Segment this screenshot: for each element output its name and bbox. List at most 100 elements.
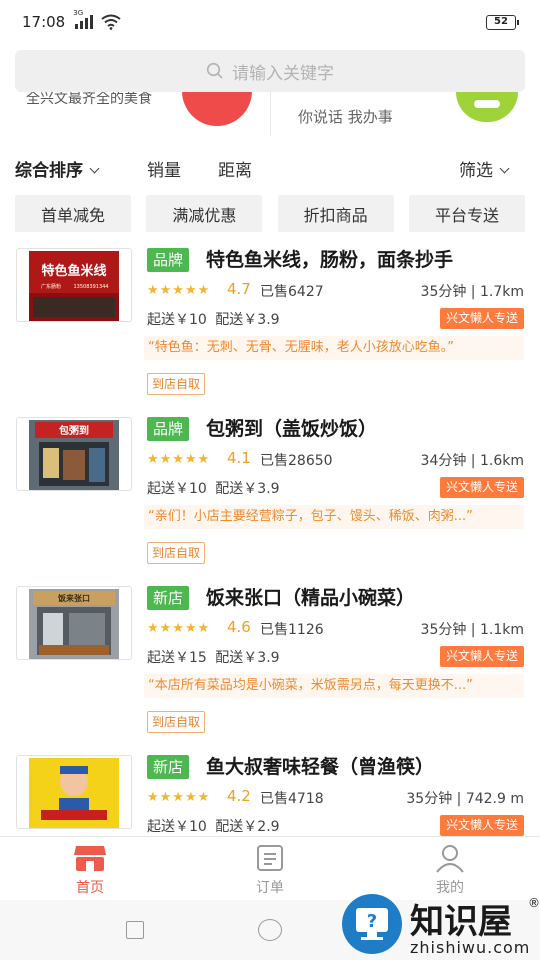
tab-label: 订单	[256, 880, 284, 896]
recent-apps-button[interactable]	[126, 921, 144, 939]
star-rating-icon: ★★★★★	[147, 790, 211, 805]
search-icon	[206, 62, 223, 79]
new-store-tag: 新店	[147, 586, 190, 610]
store-notice: “亲们！小店主要经营粽子，包子、馒头、稀饭、肉粥...”	[144, 505, 524, 529]
sort-distance[interactable]: 距离	[218, 156, 252, 181]
chip-first-order[interactable]: 首单减免	[15, 195, 131, 232]
delivery-fee: 配送￥2.9	[215, 819, 280, 835]
chevron-down-icon	[499, 163, 510, 174]
min-order: 起送￥10	[147, 481, 207, 497]
store-notice: “特色鱼：无刺、无骨、无腥味，老人小孩放心吃鱼。”	[144, 336, 524, 360]
rating-value: 4.1	[227, 449, 251, 467]
signal-icon: 3G	[73, 9, 94, 29]
fees: 起送￥10 配送￥3.9	[147, 478, 280, 498]
home-button[interactable]	[258, 919, 282, 941]
sold-count: 已售6427	[260, 284, 324, 300]
svg-text:?: ?	[367, 911, 377, 932]
status-bar: 17:08 3G 52	[0, 0, 540, 44]
bottom-tab-bar: 首页 订单 我的	[0, 836, 540, 900]
store-thumbnail: 特色鱼米线 广东肠粉 13508391344	[16, 248, 132, 322]
delivery-fee: 配送￥3.9	[215, 312, 280, 328]
delivery-eta: 35分钟 | 742.9 m	[406, 791, 524, 807]
filter-button[interactable]: 筛选	[459, 156, 510, 181]
rating-value: 4.7	[227, 280, 251, 298]
network-type: 3G	[73, 9, 84, 17]
store-name: 包粥到（盖饭炒饭）	[206, 418, 378, 440]
store-name: 鱼大叔奢味轻餐（曾渔筷）	[206, 756, 435, 778]
tab-home[interactable]: 首页	[40, 843, 140, 897]
min-order: 起送￥15	[147, 650, 207, 666]
sort-sales[interactable]: 销量	[147, 156, 181, 181]
delivery-eta: 35分钟 | 1.7km	[420, 284, 524, 300]
chip-platform-delivery[interactable]: 平台专送	[408, 195, 525, 232]
min-order: 起送￥10	[147, 819, 207, 835]
tab-profile[interactable]: 我的	[400, 843, 500, 897]
battery-icon: 52	[486, 15, 519, 30]
store-sign-text: 包粥到	[59, 424, 89, 437]
sold-count: 已售4718	[260, 791, 324, 807]
fees: 起送￥10 配送￥2.9	[147, 816, 280, 836]
store-sign-sub: 广东肠粉	[41, 283, 61, 290]
watermark-title: 知识屋	[410, 902, 512, 942]
fees: 起送￥15 配送￥3.9	[147, 647, 280, 667]
chevron-down-icon	[89, 163, 100, 174]
tab-label: 首页	[76, 880, 104, 896]
store-sign-phone: 13508391344	[74, 284, 109, 290]
home-store-icon	[74, 846, 106, 871]
order-list-icon	[257, 845, 283, 871]
watermark-sub: zhishiwu.com	[410, 938, 531, 957]
store-name: 饭来张口（精品小碗菜）	[206, 587, 416, 609]
store-card[interactable]: 包粥到 品牌 包粥到（盖饭炒饭） ★★★★★ 4.1 已售28650 34分钟 …	[0, 409, 540, 577]
banner-green-icon	[456, 92, 518, 122]
banner-right-text: 你说话 我办事	[298, 108, 393, 126]
new-store-tag: 新店	[147, 755, 190, 779]
category-banner[interactable]: 全兴文最齐全的美食 你说话 我办事	[0, 92, 540, 140]
delivery-badge: 兴文懒人专送	[439, 815, 524, 836]
store-name: 特色鱼米线，肠粉，面条抄手	[206, 249, 454, 271]
banner-red-icon	[182, 92, 252, 126]
profile-icon	[436, 845, 464, 873]
question-monitor-icon: ?	[342, 894, 402, 954]
star-rating-icon: ★★★★★	[147, 452, 211, 467]
delivery-eta: 34分钟 | 1.6km	[420, 453, 524, 469]
filter-chips: 首单减免 满减优惠 折扣商品 平台专送	[15, 195, 525, 233]
fees: 起送￥10 配送￥3.9	[147, 309, 280, 329]
store-notice: “本店所有菜品均是小碗菜，米饭需另点，每天更换不...”	[144, 674, 524, 698]
delivery-badge: 兴文懒人专送	[439, 308, 524, 329]
delivery-badge: 兴文懒人专送	[439, 477, 524, 498]
delivery-fee: 配送￥3.9	[215, 481, 280, 497]
banner-left-text: 全兴文最齐全的美食	[26, 92, 152, 107]
sold-count: 已售1126	[260, 622, 324, 638]
store-sign-text: 饭来张口	[57, 593, 90, 603]
pickup-tag: 到店自取	[147, 711, 206, 733]
store-list: 特色鱼米线 广东肠粉 13508391344 品牌 特色鱼米线，肠粉，面条抄手 …	[0, 240, 540, 836]
chip-discount-offer[interactable]: 满减优惠	[146, 195, 263, 232]
chip-discount-goods[interactable]: 折扣商品	[277, 195, 394, 232]
brand-tag: 品牌	[147, 248, 190, 272]
star-rating-icon: ★★★★★	[147, 621, 211, 636]
sort-bar: 综合排序 销量 距离 筛选	[0, 150, 540, 184]
search-placeholder: 请输入关键字	[232, 63, 334, 84]
store-thumbnail	[16, 755, 132, 829]
brand-tag: 品牌	[147, 417, 190, 441]
star-rating-icon: ★★★★★	[147, 283, 211, 298]
banner-divider	[270, 92, 271, 136]
store-thumbnail: 包粥到	[16, 417, 132, 491]
delivery-badge: 兴文懒人专送	[439, 646, 524, 667]
store-sign-text: 特色鱼米线	[41, 263, 106, 279]
store-card[interactable]: 新店 鱼大叔奢味轻餐（曾渔筷） ★★★★★ 4.2 已售4718 35分钟 | …	[0, 747, 540, 836]
store-card[interactable]: 饭来张口 新店 饭来张口（精品小碗菜） ★★★★★ 4.6 已售1126 35分…	[0, 578, 540, 746]
store-thumbnail: 饭来张口	[16, 586, 132, 660]
watermark-logo: ? 知识屋 ® zhishiwu.com	[340, 892, 540, 957]
store-card[interactable]: 特色鱼米线 广东肠粉 13508391344 品牌 特色鱼米线，肠粉，面条抄手 …	[0, 240, 540, 408]
min-order: 起送￥10	[147, 312, 207, 328]
delivery-eta: 35分钟 | 1.1km	[420, 622, 524, 638]
wifi-icon	[101, 14, 121, 30]
status-time: 17:08	[22, 13, 66, 31]
tab-orders[interactable]: 订单	[220, 843, 320, 897]
sort-comprehensive[interactable]: 综合排序	[15, 156, 100, 181]
rating-value: 4.6	[227, 618, 251, 636]
pickup-tag: 到店自取	[147, 373, 206, 395]
watermark-reg: ®	[528, 896, 540, 910]
search-input[interactable]: 请输入关键字	[15, 50, 525, 92]
